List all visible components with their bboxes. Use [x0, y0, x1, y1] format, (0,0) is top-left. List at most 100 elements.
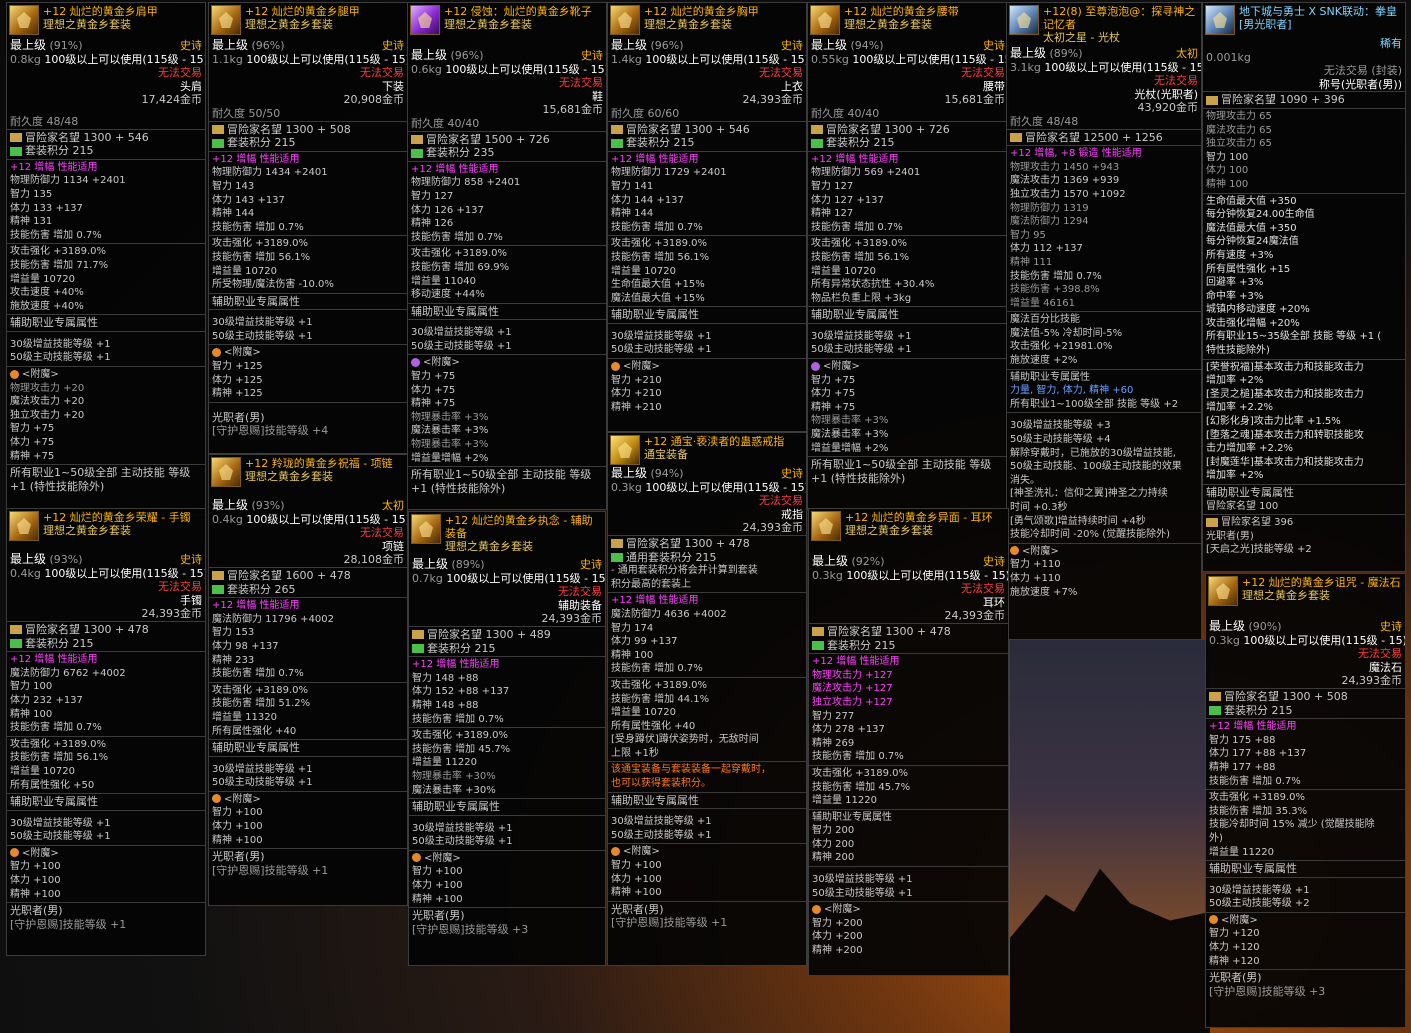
level-req: 100级以上可以使用(115级 - 15) — [1044, 60, 1201, 74]
price: 24,393金币 — [1341, 674, 1403, 688]
tooltip-necklace: +12 羚珑的黄金乡祝福 - 项链 理想之黄金乡套装 最上级 (93%) 太初 0.… — [208, 454, 408, 906]
stat: 所受物理/魔法伤害 -10.0% — [212, 279, 334, 291]
stat: 增益量 11220 — [812, 795, 877, 807]
stat: 技能伤害 增加 0.7% — [411, 231, 503, 243]
slot: 腰带 — [983, 79, 1005, 93]
stat: 智力 135 — [10, 188, 53, 200]
stat: 物品栏负重上限 +3kg — [811, 292, 912, 304]
stat: 技能伤害 增加 0.7% — [10, 722, 102, 734]
stat: 30级增益技能等级 +1 — [812, 874, 913, 886]
amp-line: +12 增幅 性能适用 — [10, 654, 98, 666]
item-name: 灿烂的黄金乡执念 - 辅助装备 — [445, 514, 593, 540]
necklace-icon — [211, 457, 241, 487]
stat: 每分钟恢复24.00生命值 — [1206, 209, 1315, 221]
stat: 体力 232 +137 — [10, 694, 83, 706]
stat: 30级增益技能等级 +1 — [1209, 884, 1310, 896]
enchant-header: <附魔> — [224, 793, 261, 805]
stat: 攻击强化增幅 +20% — [1206, 317, 1300, 329]
stat: 魔法暴击率 +3% — [411, 425, 489, 437]
stat: 增益量 46161 — [1010, 297, 1075, 309]
stat: 所有属性强化 +15 — [1206, 263, 1291, 275]
slot: 手镯 — [180, 593, 202, 607]
stat: 增益量 10720 — [212, 265, 277, 277]
stat: 击力增加率 +2.2% — [1206, 443, 1293, 455]
stat: 物理攻击力 +20 — [10, 382, 85, 394]
stat: 体力 98 +137 — [212, 640, 279, 652]
grade-label: 最上级 — [10, 39, 47, 52]
set-name: 理想之黄金乡套装 — [844, 18, 932, 31]
stat: [堕落之魂]基本攻击力和转职技能攻 — [1206, 429, 1364, 441]
set-name: 理想之黄金乡套装 — [245, 470, 333, 483]
amp-line: +12 增幅 性能适用 — [611, 595, 699, 607]
trade-status: 无法交易 — [360, 526, 404, 540]
grade-pct: (96%) — [251, 39, 285, 52]
grade-label: 最上级 — [811, 39, 848, 52]
trade-status: 无法交易 — [559, 76, 603, 90]
stat: 精神 +200 — [812, 945, 863, 957]
weapon-type: 太初之星 - 光杖 — [1043, 31, 1120, 44]
stat: 30级增益技能等级 +1 — [10, 817, 111, 829]
stat: 30级增益技能等级 +3 — [1010, 420, 1111, 432]
support-header: 辅助职业专属属性 — [611, 793, 699, 807]
stat: 30级增益技能等级 +1 — [611, 816, 712, 828]
stat: 物理攻击力 1450 +943 — [1010, 161, 1120, 173]
grade-pct: (90%) — [1248, 620, 1282, 633]
item-name: 灿烂的黄金乡肩甲 — [69, 5, 158, 18]
sub-equipment-icon — [411, 514, 441, 544]
rarity: 史诗 — [1380, 620, 1402, 633]
stat: 智力 95 — [1010, 229, 1046, 241]
set-name: 理想之黄金乡套装 — [444, 18, 532, 31]
grade-pct: (94%) — [650, 467, 684, 480]
leg-armor-icon — [211, 5, 241, 35]
tooltip-title: 地下城与勇士 X SNK联动：拳皇[男光职者] 稀有 0.001kg 无法交易 … — [1202, 2, 1406, 572]
slot: 头肩 — [180, 79, 202, 93]
stat: 50级主动技能等级 +1 — [10, 831, 111, 843]
stat: 智力 141 — [611, 180, 654, 192]
stat: 魔法值最大值 +350 — [1206, 222, 1297, 234]
stat: 智力 +100 — [212, 807, 263, 819]
footer: +1 (特性技能除外) — [811, 471, 906, 485]
enchant-header: <附魔> — [423, 357, 460, 369]
set-points: 套装积分 215 — [25, 144, 94, 158]
support-header: 辅助职业专属属性 — [812, 811, 892, 823]
ring-icon — [610, 435, 640, 465]
rarity: 史诗 — [581, 49, 603, 62]
enchant-header: <附魔> — [824, 904, 861, 916]
amp-level: +12 — [1242, 576, 1266, 589]
stat: 技能伤害 增加 45.7% — [812, 781, 911, 793]
trade-status: 无法交易 — [759, 494, 803, 508]
stat: [圣灵之槌]基本攻击力和技能攻击力 — [1206, 388, 1364, 400]
stat: 攻击强化 +3189.0% — [411, 248, 508, 260]
stat: 体力 +75 — [10, 437, 55, 449]
stat: 精神 200 — [812, 852, 855, 864]
stat: 力量, 智力, 体力, 精神 +60 — [1010, 385, 1134, 397]
stat: 物理暴击率 +3% — [411, 439, 489, 451]
stat: 30级增益技能等级 +1 — [212, 763, 313, 775]
stat: 攻击强化 +3189.0% — [611, 238, 708, 250]
fame: 冒险家名望 1300 + 478 — [626, 536, 750, 550]
trade-status: 无法交易 — [558, 585, 602, 599]
weight: 1.1kg — [212, 52, 243, 66]
stat: 冒险家名望 100 — [1206, 500, 1279, 512]
amp-line: +12 增幅 性能适用 — [10, 161, 98, 173]
trade-status: 无法交易 — [158, 580, 202, 594]
trade-status: 无法交易 — [1358, 647, 1402, 661]
stat: 精神 100 — [611, 649, 654, 661]
set-name: 理想之黄金乡套装 — [845, 524, 933, 537]
weight: 0.3kg — [1209, 633, 1240, 647]
tooltip-magic-stone: +12 灿烂的黄金乡诅咒 - 魔法石 理想之黄金乡套装 最上级 (90%) 史诗 0… — [1205, 573, 1406, 1028]
tooltip-ring: +12 通宝·亵渎者的蛊惑戒指 通宝装备 最上级 (94%) 史诗 0.3kg 10… — [607, 432, 807, 966]
grade-pct: (93%) — [49, 553, 83, 566]
rarity: 史诗 — [382, 39, 404, 52]
stat: 精神 269 — [812, 737, 855, 749]
footer: 所有职业1~50级全部 主动技能 等级 — [10, 466, 191, 480]
weight: 0.3kg — [611, 480, 642, 494]
stat: 体力 126 +137 — [411, 204, 484, 216]
stat: 魔法防御力 1294 — [1010, 216, 1089, 228]
stat: 所有属性强化 +50 — [10, 779, 95, 791]
grade-label: 最上级 — [1010, 47, 1047, 60]
weight: 0.3kg — [812, 568, 843, 582]
stat: 智力 +200 — [812, 917, 863, 929]
slot: 上衣 — [781, 79, 803, 93]
support-header: 辅助职业专属属性 — [1209, 862, 1297, 876]
